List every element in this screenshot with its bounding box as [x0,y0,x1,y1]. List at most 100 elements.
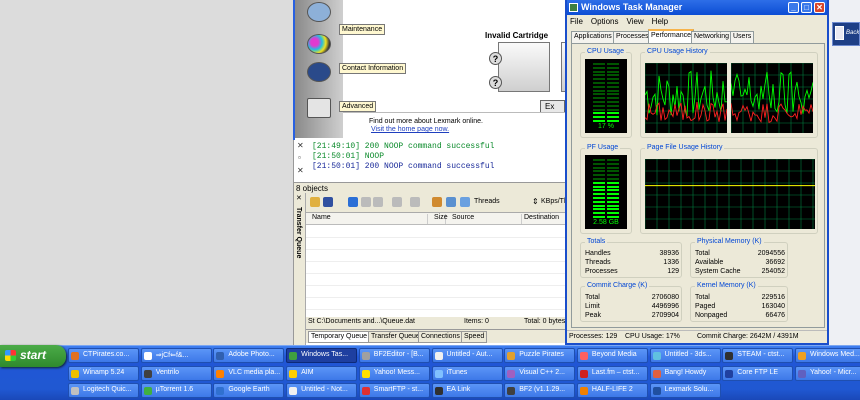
taskbar-button[interactable]: Windows Tas... [286,348,358,363]
title-bar[interactable]: Windows Task Manager _ □ ✕ [567,0,827,15]
taskbar-button-label: Visual C++ 2... [519,369,565,376]
pin-icon[interactable]: ✕ [297,142,304,152]
task-manager-window[interactable]: Windows Task Manager _ □ ✕ File Options Vi… [565,0,829,345]
taskbar-button[interactable]: Ventrilo [140,366,212,381]
background-window-tile[interactable]: Back [832,22,860,46]
taskbar-button[interactable]: Bang! Howdy [649,366,721,381]
meter-segment [593,82,605,84]
taskbar-button[interactable]: AIM [286,366,358,381]
taskbar-button[interactable]: Last.fm – ctst... [576,366,648,381]
tab-transfer-queue[interactable]: Transfer Queue [368,331,423,343]
tab-performance[interactable]: Performance [648,29,695,43]
taskbar-button-label: Yahoo! - Micr... [810,369,857,376]
taskbar-button[interactable]: SmartFTP - st... [358,383,430,398]
totals-group: Totals Handles 38936 Threads 1336 Processe… [580,238,682,278]
taskbar-button[interactable]: µTorrent 1.6 [140,383,212,398]
settings-icon[interactable] [432,197,442,207]
tab-speed[interactable]: Speed [461,331,488,343]
add-icon[interactable] [310,197,320,207]
sidebar-item-contact-information[interactable]: Contact Information [339,63,407,74]
taskbar-button[interactable]: Untitled - Aut... [431,348,503,363]
column-destination[interactable]: Destination [524,214,566,224]
taskbar-button[interactable]: HALF-LIFE 2 [576,383,648,398]
tab-connections[interactable]: Connections [418,331,463,343]
taskbar-button[interactable]: STEAM - ctst... [722,348,794,363]
total-bytes: Total: 0 bytes [524,318,566,325]
phone-globe-icon[interactable] [307,62,331,82]
app-icon [289,387,298,395]
transfer-queue-list[interactable] [306,225,566,317]
transfer-queue-label: Transfer Queue [295,207,302,259]
stop-icon[interactable] [361,197,371,207]
minimize-button[interactable]: _ [788,2,799,13]
taskbar-button[interactable]: CTPirates.co... [68,348,139,363]
taskbar-button[interactable]: Yahoo! - Micr... [795,366,860,381]
taskbar-button[interactable]: EA Link [431,383,503,398]
taskbar-button[interactable]: ⇒jCf⇐f&... [140,348,212,363]
home-page-link[interactable]: Visit the home page now. [371,126,449,133]
close-log-icon[interactable]: ✕ [297,167,304,177]
sidebar-item-advanced[interactable]: Advanced [339,101,377,112]
document-gear-icon[interactable] [307,98,331,118]
taskbar-button[interactable]: Yahoo! Mess... [358,366,430,381]
taskbar-button[interactable]: Google Earth [213,383,285,398]
delete-icon[interactable] [392,197,402,207]
meter-segment [607,120,619,122]
taskbar-button[interactable]: BF2 (v1.1.29... [504,383,576,398]
save-icon[interactable] [323,197,333,207]
menu-view[interactable]: View [626,17,643,26]
taskbar-button[interactable]: VLC media pla... [213,366,285,381]
ink-drops-icon[interactable] [307,34,331,54]
restore-icon[interactable]: ▫ [297,154,302,164]
taskbar-button[interactable]: Winamp 5.24 [68,366,139,381]
tab-temporary-queue[interactable]: Temporary Queue [308,331,371,343]
menu-help[interactable]: Help [652,17,668,26]
taskbar-button[interactable]: Core FTP LE [722,366,794,381]
column-source[interactable]: Source [452,214,522,224]
queue-status-bar: St C:\Documents and...\Queue.dat Items: … [306,317,566,329]
meter-segment [607,82,619,84]
tab-users[interactable]: Users [730,31,755,43]
status-commit-charge: Commit Charge: 2642M / 4391M [697,333,799,340]
sidebar-item-maintenance[interactable]: Maintenance [339,24,386,35]
maximize-button[interactable]: □ [801,2,812,13]
close-button[interactable]: ✕ [814,2,825,13]
pause-icon[interactable] [373,197,383,207]
taskbar-button[interactable]: Untitled - Not... [286,383,358,398]
menu-options[interactable]: Options [591,17,619,26]
taskbar-button[interactable]: Beyond Media [576,348,648,363]
meter-segment [593,112,605,115]
schedule-icon[interactable] [446,197,456,207]
taskbar-button-label: Windows Tas... [301,351,349,358]
meter-segment [593,166,605,169]
column-size[interactable]: Size [434,214,448,224]
taskbar-button[interactable]: iTunes [431,366,503,381]
desktop-background-right[interactable] [829,0,860,345]
tab-applications[interactable]: Applications [571,31,615,43]
tab-networking[interactable]: Networking [691,31,733,43]
wrench-icon[interactable] [307,2,331,22]
taskbar-button-label: Google Earth [228,386,270,393]
column-name[interactable]: Name [312,214,428,224]
taskbar-button[interactable]: Untitled - 3ds... [649,348,721,363]
taskbar-button[interactable]: Windows Med... [795,348,860,363]
lexmark-solution-center-window[interactable]: Maintenance Contact Information Advanced… [293,0,567,140]
cpu-history-graph-core-2 [731,63,813,133]
taskbar-button[interactable]: Visual C++ 2... [504,366,576,381]
threads-stepper[interactable]: ⇕ [532,197,539,206]
play-icon[interactable] [348,197,358,207]
ftp-log[interactable]: ✕ ▫ ✕ [21:49:10] 200 NOOP command succes… [294,140,566,182]
taskbar-button[interactable]: Adobe Photo... [213,348,285,363]
start-button[interactable]: start [0,345,66,367]
menu-file[interactable]: File [570,17,583,26]
close-queue-icon[interactable]: ✕ [296,194,302,202]
move-icon[interactable] [410,197,420,207]
threads-icon[interactable] [460,197,470,207]
tab-processes[interactable]: Processes [613,31,652,43]
taskbar-button[interactable]: Lexmark Solu... [649,383,721,398]
meter-segment [607,193,619,196]
taskbar-button[interactable]: BF2Editor - [B... [358,348,430,363]
taskbar-button[interactable]: Puzzle Pirates [504,348,576,363]
desktop-background[interactable] [0,0,293,345]
taskbar-button[interactable]: Logitech Quic... [68,383,139,398]
